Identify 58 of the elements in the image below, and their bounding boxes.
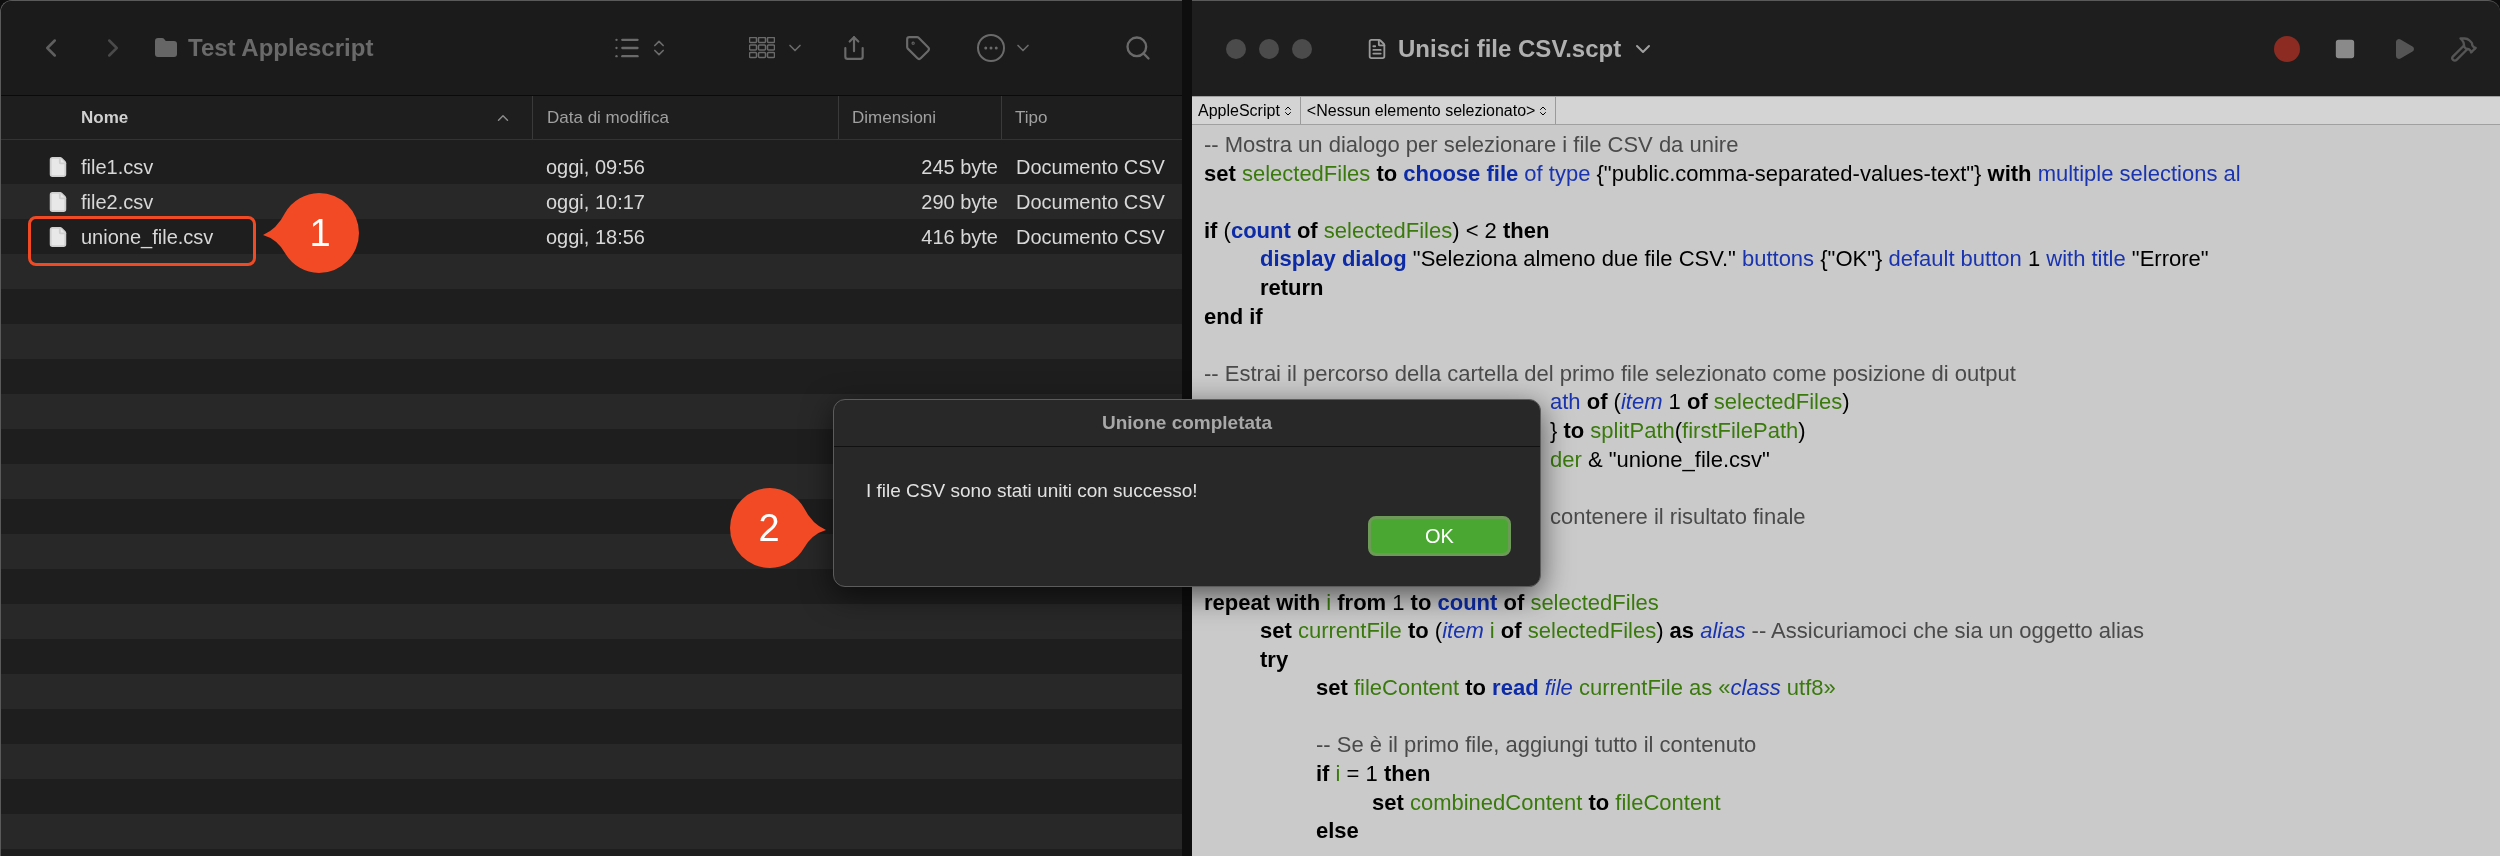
- code-line: try: [1260, 645, 1289, 674]
- column-heading[interactable]: Dimensioni: [852, 104, 937, 131]
- language-popup[interactable]: AppleScript: [1192, 97, 1301, 124]
- tag-icon[interactable]: [905, 35, 932, 61]
- element-popup[interactable]: <Nessun elemento selezionato>: [1300, 97, 1557, 124]
- file-kind: Documento CSV: [1015, 189, 1165, 215]
- code-line: repeat with i from 1 to count of selectedFiles: [1204, 588, 1659, 617]
- code-line: end if: [1204, 302, 1263, 331]
- code-line: ath of (item 1 of selectedFiles): [1550, 388, 1850, 417]
- code-line: set fileContent to read file currentFile as «class utf8»: [1316, 674, 1836, 703]
- dialog-title: Unione completata: [1102, 410, 1272, 435]
- file-name[interactable]: file2.csv: [81, 186, 154, 217]
- modified-date: oggi, 10:17: [545, 189, 646, 215]
- code-line: -- Estrai il percorso della cartella del primo file selezionato come posizione di output: [1204, 359, 2016, 388]
- file-name[interactable]: unione_file.csv: [81, 221, 214, 252]
- file-kind: Documento CSV: [1015, 154, 1165, 180]
- code-line: contenere il risultato finale: [1550, 502, 1806, 531]
- more-options-icon[interactable]: [977, 34, 1006, 62]
- column-heading[interactable]: Nome: [81, 104, 129, 131]
- document-icon: [1366, 37, 1388, 60]
- window-title: Test Applescript: [188, 33, 374, 63]
- code-line: return: [1260, 273, 1324, 302]
- file-name[interactable]: file1.csv: [81, 151, 154, 182]
- file-size: 416 byte: [920, 224, 998, 250]
- dialog-message: I file CSV sono stati uniti con successo!: [866, 479, 1199, 503]
- hammer-icon[interactable]: [2450, 34, 2478, 63]
- search-icon[interactable]: [1124, 34, 1152, 62]
- code-line: display dialog "Seleziona almeno due file CSV." buttons {"OK"} default button 1 with title "Errore": [1260, 245, 2209, 274]
- file-kind: Documento CSV: [1015, 224, 1165, 250]
- code-line: } to splitPath(firstFilePath): [1550, 416, 1806, 445]
- code-line: set currentFile to (item i of selectedFiles) as alias -- Assicuriamoci che sia un oggetto alias: [1260, 617, 2145, 646]
- file-icon: [47, 190, 69, 213]
- grid-view-icon[interactable]: [749, 37, 776, 59]
- callout-badge: 2: [730, 486, 826, 570]
- code-line: else: [1316, 817, 1359, 846]
- column-heading[interactable]: Data di modifica: [547, 104, 669, 131]
- code-line: if (count of selectedFiles) < 2 then: [1204, 216, 1550, 245]
- code-line: set selectedFiles to choose file of type {"public.comma-separated-values-text"} with multiple selections al: [1204, 159, 2241, 188]
- file-icon: [47, 225, 69, 248]
- callout-badge: 1: [263, 191, 359, 275]
- column-heading[interactable]: Tipo: [1015, 104, 1048, 131]
- stop-icon[interactable]: [2334, 37, 2356, 60]
- file-size: 290 byte: [920, 189, 998, 215]
- file-size: 245 byte: [920, 154, 998, 180]
- code-line: set combinedContent to fileContent: [1372, 788, 1721, 817]
- modified-date: oggi, 18:56: [545, 224, 646, 250]
- file-icon: [47, 155, 69, 178]
- code-line: -- Se è il primo file, aggiungi tutto il contenuto: [1316, 731, 1757, 760]
- window-control-icon[interactable]: [1292, 38, 1312, 59]
- window-control-icon[interactable]: [1226, 38, 1246, 59]
- window-control-icon[interactable]: [1259, 38, 1279, 59]
- record-icon[interactable]: [2274, 35, 2300, 62]
- folder-icon: [154, 36, 178, 60]
- window-title: Unisci file CSV.scpt: [1398, 33, 1622, 64]
- code-line: if i = 1 then: [1316, 760, 1431, 789]
- code-line: der & "unione_file.csv": [1550, 445, 1770, 474]
- modified-date: oggi, 09:56: [545, 154, 646, 180]
- code-line: -- Mostra un dialogo per selezionare i file CSV da unire: [1204, 131, 1739, 159]
